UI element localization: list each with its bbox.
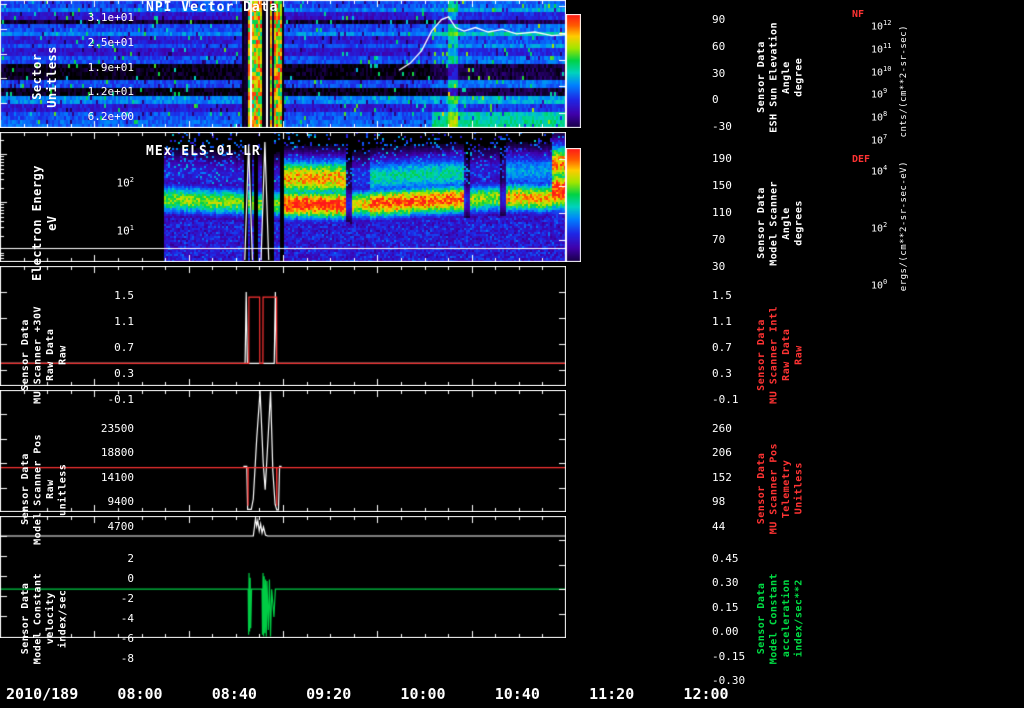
y-tick-label: 4700	[107, 520, 135, 533]
y-tick-label: 1.2e+01	[87, 85, 134, 98]
panel4-right-axis-label-text: Sensor Data MU Scanner Pos Telemetry Uni…	[756, 443, 805, 535]
y-tick-label: 0	[127, 572, 134, 585]
y-tick-label: 152	[712, 471, 732, 484]
panel4-left-axis-label: Sensor Data Model Scanner Pos Raw unitle…	[2, 428, 88, 550]
colorbar-def	[566, 148, 581, 262]
y-tick-label: 0.00	[712, 625, 739, 638]
y-tick-label: 90	[712, 13, 726, 26]
y-tick-label: 70	[712, 233, 726, 246]
y-tick-label: 0.45	[712, 552, 739, 565]
y-tick-label: -8	[120, 652, 134, 665]
colorbar-name-nf: NF	[852, 9, 865, 20]
y-tick-label: -0.15	[712, 650, 746, 663]
y-tick-label: 30	[712, 67, 726, 80]
y-tick-label: 0.3	[114, 367, 134, 380]
y-tick-label: -2	[120, 592, 134, 605]
x-tick-label: 12:00	[683, 685, 729, 703]
y-tick-label: 206	[712, 446, 732, 459]
y-tick-label: 1.9e+01	[87, 61, 134, 74]
y-tick-label: 2.5e+01	[87, 36, 134, 49]
y-tick-label: -30	[712, 120, 732, 133]
x-tick-label: 08:00	[117, 685, 163, 703]
colorbar-unit-label: cnts/(cm**2-sr-sec)	[892, 13, 918, 149]
y-tick-label: 0	[712, 93, 719, 106]
y-tick-label: 6.2e+00	[87, 110, 134, 123]
y-tick-label: 1.5	[712, 289, 732, 302]
panel3-left-axis-label-text: Sensor Data MU Scanner +30V Raw Data Raw	[20, 306, 69, 404]
x-tick-label: 10:00	[400, 685, 446, 703]
colorbar-nf	[566, 14, 581, 128]
panel5-right-axis-label-text: Sensor Data Model Constant acceleration …	[756, 573, 805, 665]
colorbar-unit-label: ergs/(cm**2-sr-sec-eV)	[892, 158, 918, 294]
colorbar-unit-text: cnts/(cm**2-sr-sec)	[899, 24, 910, 138]
panel3-right-axis-label-text: Sensor Data MU Scanner Intl Raw Data Raw	[756, 306, 805, 404]
y-tick-label: 9400	[107, 495, 135, 508]
panel2-left-axis-label: Electron Energy eV	[2, 158, 88, 288]
y-tick-label: 0.15	[712, 601, 739, 614]
y-tick-label: 0.7	[712, 341, 732, 354]
y-tick-label: 14100	[100, 471, 134, 484]
y-tick-label: 110	[712, 206, 732, 219]
y-tick-label: 260	[712, 422, 732, 435]
y-tick-label: 1.5	[114, 289, 134, 302]
y-tick-label: 60	[712, 40, 726, 53]
x-tick-label: 11:20	[589, 685, 635, 703]
y-tick-label: 101	[116, 224, 134, 238]
y-tick-label: 0.3	[712, 367, 732, 380]
panel1-left-axis-label-text: Sector Unitless	[30, 46, 59, 108]
y-tick-label: 0.7	[114, 341, 134, 354]
panel1-right-axis-label-text: Sensor Data ESH Sun Elevation Angle degr…	[756, 21, 805, 133]
spectrogram-page: NPI Vector Data MEx ELS-01 LR Sector Uni…	[0, 0, 1024, 708]
y-tick-label: -6	[120, 632, 134, 645]
panel4-left-axis-label-text: Sensor Data Model Scanner Pos Raw unitle…	[20, 433, 69, 545]
panel5-left-axis-label-text: Sensor Data Model Constant velocity inde…	[20, 573, 69, 665]
panel1-title: NPI Vector Data	[146, 0, 279, 15]
panel2-title: MEx ELS-01 LR	[146, 144, 261, 159]
y-tick-label: 3.1e+01	[87, 11, 134, 24]
y-tick-label: -0.1	[107, 393, 135, 406]
y-tick-label: 23500	[100, 422, 134, 435]
colorbar-name-def: DEF	[852, 154, 871, 165]
y-tick-label: 44	[712, 520, 726, 533]
y-tick-label: 150	[712, 179, 732, 192]
y-tick-label: 1.1	[712, 315, 732, 328]
panel1-left-axis-label: Sector Unitless	[2, 13, 88, 141]
y-tick-label: -0.1	[712, 393, 739, 406]
panel2-left-axis-label-text: Electron Energy eV	[30, 165, 59, 281]
x-tick-label: 08:40	[211, 685, 257, 703]
y-tick-label: 190	[712, 152, 732, 165]
y-tick-label: 0.30	[712, 576, 739, 589]
panel5-left-axis-label: Sensor Data Model Constant velocity inde…	[2, 558, 88, 680]
y-tick-label: 2	[127, 552, 134, 565]
panel3-left-axis-label: Sensor Data MU Scanner +30V Raw Data Raw	[2, 295, 88, 415]
x-tick-label: 09:20	[306, 685, 352, 703]
y-tick-label: 98	[712, 495, 726, 508]
colorbar-unit-text: ergs/(cm**2-sr-sec-eV)	[899, 160, 910, 292]
y-tick-label: -4	[120, 612, 134, 625]
y-tick-label: 102	[116, 176, 134, 190]
date-label: 2010/189	[6, 685, 79, 703]
y-tick-label: 1.1	[114, 315, 134, 328]
y-tick-label: 30	[712, 260, 726, 273]
panel2-right-axis-label-text: Sensor Data Model Scanner Angle degrees	[756, 180, 805, 266]
y-tick-label: 18800	[100, 446, 134, 459]
x-tick-label: 10:40	[494, 685, 540, 703]
